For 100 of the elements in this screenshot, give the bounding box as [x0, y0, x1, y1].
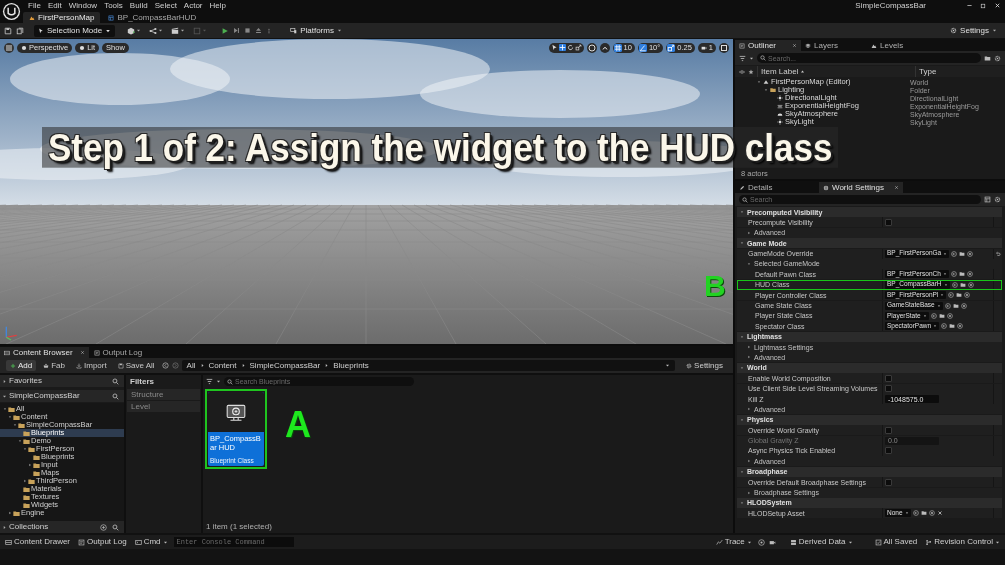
settings-icon[interactable] [994, 196, 1001, 203]
save-icon[interactable] [4, 26, 12, 35]
filter-icon[interactable] [206, 377, 213, 385]
table-view-icon[interactable] [984, 196, 991, 203]
record-icon[interactable] [757, 538, 765, 546]
content-drawer-button[interactable]: Content Drawer [3, 537, 73, 547]
checkbox[interactable] [885, 447, 892, 455]
caret-icon[interactable] [216, 378, 221, 384]
rotate-icon[interactable] [566, 44, 574, 51]
menu-icon[interactable] [4, 42, 14, 53]
toolbar-button[interactable]: Add [6, 360, 37, 371]
back-icon[interactable] [161, 362, 169, 369]
browse-level-icon[interactable] [16, 26, 24, 35]
output-log-button[interactable]: Output Log [76, 537, 129, 547]
document-tab[interactable]: BP_CompassBarHUD [102, 12, 203, 23]
blueprint-nodes-icon[interactable] [149, 26, 158, 35]
menu-item[interactable]: Window [65, 1, 101, 10]
search-icon[interactable] [112, 377, 119, 385]
use-selected-icon[interactable] [951, 281, 958, 288]
play-icon[interactable] [221, 26, 230, 35]
engine-logo-icon[interactable] [2, 2, 21, 21]
panel-tab[interactable]: Levels [867, 40, 933, 51]
menu-item[interactable]: Edit [44, 1, 65, 10]
panel-tab[interactable]: Output Log [89, 347, 147, 358]
settings-button[interactable]: Settings [682, 360, 727, 371]
search-icon[interactable] [112, 523, 119, 531]
scale-icon[interactable] [574, 44, 582, 51]
trace-button[interactable]: Trace [713, 537, 754, 547]
stop-icon[interactable] [244, 27, 252, 34]
cursor-icon[interactable] [550, 44, 558, 51]
checkbox[interactable] [885, 385, 892, 393]
globe-icon[interactable] [586, 42, 597, 53]
search-icon[interactable] [112, 392, 119, 400]
camera-icon[interactable] [768, 538, 776, 546]
add-collection-icon[interactable] [100, 523, 107, 531]
clear-icon[interactable] [936, 510, 943, 517]
caret-icon[interactable] [158, 28, 164, 33]
menu-item[interactable]: Select [151, 1, 180, 10]
caret-icon[interactable] [136, 28, 142, 33]
surface-snap-icon[interactable] [599, 42, 610, 53]
settings-icon[interactable] [994, 54, 1001, 62]
breadcrumb-link[interactable]: SimpleCompassBar [249, 361, 321, 370]
caret-icon[interactable] [665, 363, 671, 368]
collections-header[interactable]: Collections [0, 521, 124, 533]
use-selected-icon[interactable] [944, 302, 951, 309]
toolbar-button[interactable]: Save All [113, 360, 159, 371]
caret-icon[interactable] [180, 28, 186, 33]
reset-to-default-icon[interactable] [995, 250, 1001, 257]
use-selected-icon[interactable] [948, 292, 955, 299]
menu-item[interactable]: Actor [180, 1, 206, 10]
breadcrumb-link[interactable]: Blueprints [333, 361, 369, 370]
checkbox[interactable] [885, 478, 892, 486]
menu-item[interactable]: Tools [101, 1, 126, 10]
eject-icon[interactable] [255, 27, 263, 34]
panel-tab[interactable]: Outliner [735, 40, 801, 51]
derived-data-button[interactable]: Derived Data [787, 537, 855, 547]
panel-tab[interactable]: Layers [801, 40, 867, 51]
menu-item[interactable]: Build [126, 1, 151, 10]
maximize-icon[interactable] [980, 2, 986, 9]
use-selected-icon[interactable] [950, 271, 957, 278]
checkbox[interactable] [885, 426, 892, 434]
move-icon[interactable] [558, 44, 566, 51]
breadcrumb-link[interactable]: All [186, 361, 196, 370]
caret-icon[interactable] [749, 55, 754, 61]
close-icon[interactable] [894, 185, 899, 190]
favorites-header[interactable]: Favorites [0, 375, 124, 387]
use-selected-icon[interactable] [912, 510, 919, 517]
menu-item[interactable]: File [25, 1, 44, 10]
filter-item[interactable]: Level [127, 401, 200, 412]
platforms-button[interactable]: Platforms [286, 24, 346, 37]
close-icon[interactable] [994, 2, 1001, 9]
settings-button[interactable]: Settings [946, 24, 1001, 37]
toolbar-button[interactable]: Import [72, 360, 111, 371]
revision-control-button[interactable]: Revision Control [923, 537, 1002, 547]
maximize-viewport-icon[interactable] [719, 42, 729, 53]
cmd-button[interactable]: Cmd [132, 537, 170, 547]
document-tab[interactable]: FirstPersonMap [23, 12, 101, 23]
project-header[interactable]: SimpleCompassBar [0, 390, 124, 402]
filter-icon[interactable] [739, 54, 746, 62]
all-saved-button[interactable]: All Saved [872, 537, 920, 547]
column-header[interactable]: Type [915, 66, 1001, 77]
column-header[interactable]: Item Label [757, 66, 912, 77]
close-icon[interactable] [792, 43, 797, 48]
minimize-icon[interactable] [966, 2, 973, 9]
menu-item[interactable]: Help [206, 1, 229, 10]
add-folder-icon[interactable] [984, 54, 991, 62]
checkbox[interactable] [885, 374, 892, 382]
step-icon[interactable] [233, 27, 241, 34]
panel-tab[interactable]: Details [735, 182, 819, 193]
breadcrumb-link[interactable]: Content [208, 361, 237, 370]
close-icon[interactable] [79, 350, 85, 355]
panel-tab[interactable]: World Settings [819, 182, 903, 193]
clapperboard-icon[interactable] [171, 26, 180, 35]
browse-folder-icon[interactable] [920, 510, 927, 517]
toolbar-button[interactable]: Fab [39, 360, 70, 371]
filter-item[interactable]: Structure [127, 389, 200, 400]
panel-tab[interactable]: Content Browser [0, 347, 89, 358]
use-selected-icon[interactable] [941, 323, 948, 330]
add-actor-icon[interactable] [127, 26, 136, 35]
use-selected-icon[interactable] [951, 250, 958, 257]
